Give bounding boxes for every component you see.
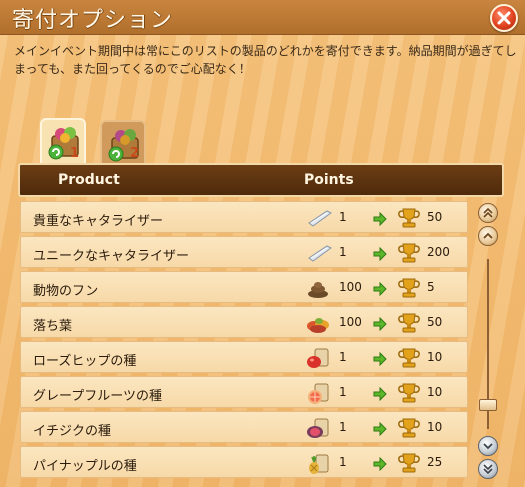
- fallen-leaves-icon: [305, 310, 331, 340]
- scroll-thumb[interactable]: [479, 399, 497, 411]
- table-row[interactable]: パイナップルの種 1 25: [20, 446, 468, 478]
- reward-points: 25: [427, 455, 443, 469]
- table-header: Product Points: [18, 163, 504, 197]
- close-button[interactable]: [490, 4, 518, 32]
- donation-amount: 1: [339, 350, 347, 364]
- donation-amount: 1: [339, 420, 347, 434]
- tab-donation-list-2[interactable]: 2: [100, 120, 146, 166]
- scroll-down-button[interactable]: [478, 436, 498, 456]
- close-icon: [497, 11, 511, 25]
- column-header-points: Points: [304, 172, 354, 188]
- donation-options-window: 寄付オプション メインイベント期間中は常にこのリストの製品のどれかを寄付できます…: [0, 0, 525, 487]
- catalyzer-icon: [307, 205, 333, 235]
- reward-points: 10: [427, 350, 443, 364]
- arrow-right-icon: [373, 456, 387, 475]
- tab-number: 1: [70, 146, 80, 161]
- column-header-product: Product: [58, 172, 120, 188]
- trophy-icon: [396, 417, 422, 443]
- trophy-icon: [396, 347, 422, 373]
- product-name: グレープフルーツの種: [33, 389, 162, 404]
- arrow-right-icon: [373, 281, 387, 300]
- table-row[interactable]: 貴重なキャタライザー 1 50: [20, 201, 468, 233]
- donation-amount: 100: [339, 280, 362, 294]
- trophy-icon: [396, 382, 422, 408]
- reward-points: 5: [427, 280, 435, 294]
- window-title: 寄付オプション: [12, 8, 174, 33]
- double-chevron-up-icon: [483, 208, 493, 218]
- product-name: ユニークなキャタライザー: [33, 249, 190, 264]
- product-list: 貴重なキャタライザー 1 50 ユニークなキャタライザー 1 200 動物のフン 100 5 落ち…: [20, 201, 468, 481]
- reward-points: 200: [427, 245, 450, 259]
- product-name: ローズヒップの種: [33, 354, 137, 369]
- trophy-icon: [396, 452, 422, 478]
- table-row[interactable]: ローズヒップの種 1 10: [20, 341, 468, 373]
- reward-points: 50: [427, 210, 443, 224]
- double-chevron-down-icon: [483, 464, 493, 474]
- arrow-right-icon: [373, 246, 387, 265]
- arrow-right-icon: [373, 211, 387, 230]
- donation-amount: 1: [339, 385, 347, 399]
- arrow-right-icon: [373, 386, 387, 405]
- donation-amount: 1: [339, 455, 347, 469]
- title-bar: 寄付オプション: [0, 0, 525, 35]
- trophy-icon: [396, 207, 422, 233]
- scroll-to-bottom-button[interactable]: [478, 459, 498, 479]
- chevron-up-icon: [483, 232, 493, 239]
- pineapple-seed-icon: [305, 450, 331, 480]
- product-name: イチジクの種: [33, 424, 112, 439]
- donation-amount: 100: [339, 315, 362, 329]
- table-row[interactable]: グレープフルーツの種 1 10: [20, 376, 468, 408]
- product-name: 貴重なキャタライザー: [33, 214, 164, 229]
- donation-amount: 1: [339, 210, 347, 224]
- table-row[interactable]: 動物のフン 100 5: [20, 271, 468, 303]
- arrow-right-icon: [373, 316, 387, 335]
- table-row[interactable]: イチジクの種 1 10: [20, 411, 468, 443]
- reward-points: 10: [427, 385, 443, 399]
- tab-donation-list-1[interactable]: 1: [40, 118, 86, 164]
- fig-seed-icon: [305, 415, 331, 445]
- scroll-to-top-button[interactable]: [478, 203, 498, 223]
- product-name: 落ち葉: [33, 319, 73, 334]
- scroll-up-button[interactable]: [478, 226, 498, 246]
- trophy-icon: [396, 312, 422, 338]
- manure-icon: [305, 275, 331, 305]
- description-text: メインイベント期間中は常にこのリストの製品のどれかを寄付できます。納品期間が過ぎ…: [14, 44, 517, 76]
- trophy-icon: [396, 277, 422, 303]
- grapefruit-seed-icon: [305, 380, 331, 410]
- product-name: 動物のフン: [33, 284, 99, 299]
- table-row[interactable]: ユニークなキャタライザー 1 200: [20, 236, 468, 268]
- tab-number: 2: [130, 146, 140, 161]
- arrow-right-icon: [373, 421, 387, 440]
- reward-points: 50: [427, 315, 443, 329]
- catalyzer-icon: [307, 240, 333, 270]
- trophy-icon: [396, 242, 422, 268]
- table-row[interactable]: 落ち葉 100 50: [20, 306, 468, 338]
- arrow-right-icon: [373, 351, 387, 370]
- chevron-down-icon: [483, 443, 493, 450]
- donation-amount: 1: [339, 245, 347, 259]
- scrollbar[interactable]: [476, 203, 500, 481]
- product-name: パイナップルの種: [33, 459, 137, 474]
- rosehip-seed-icon: [305, 345, 331, 375]
- reward-points: 10: [427, 420, 443, 434]
